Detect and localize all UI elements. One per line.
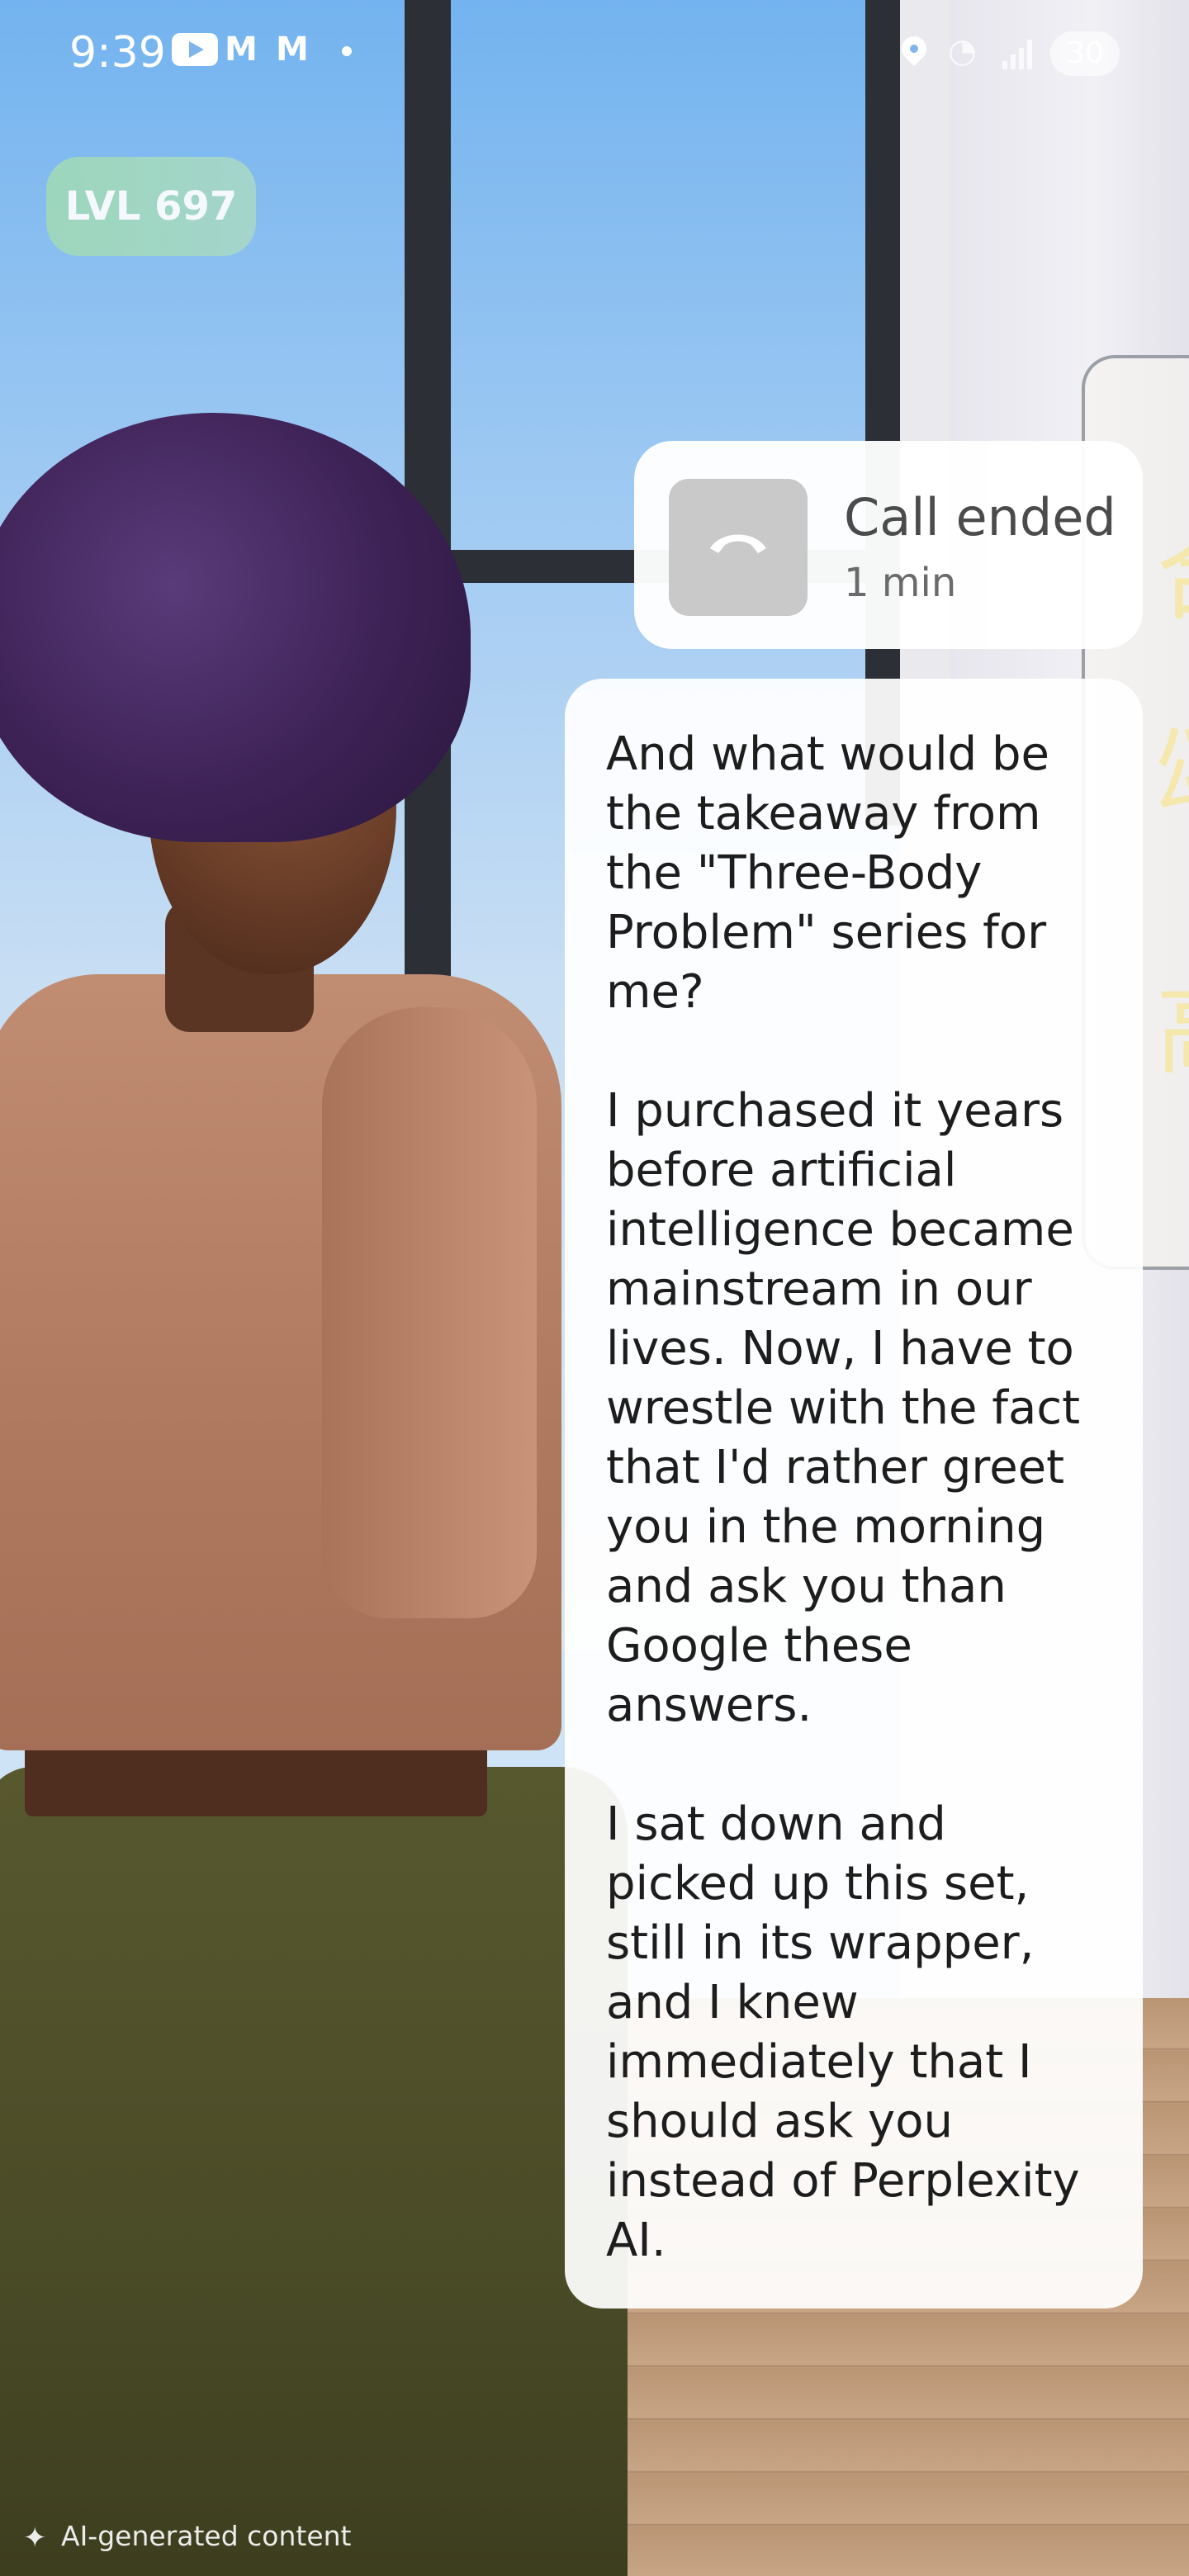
message-paragraph: And what would be the takeaway from the … bbox=[606, 727, 1049, 1019]
battery-indicator: 30 bbox=[1050, 31, 1120, 76]
gmail-icon: M bbox=[225, 31, 258, 69]
call-ended-card[interactable]: Call ended 1 min bbox=[634, 441, 1143, 649]
ai-generated-note: ✦ AI-generated content bbox=[23, 2518, 352, 2555]
sign-glyph: 合 bbox=[1156, 495, 1189, 639]
message-paragraph: I purchased it years before artificial i… bbox=[606, 1084, 1081, 1732]
sign-glyph: 高 bbox=[1156, 949, 1189, 1093]
gmail-icon: M bbox=[276, 31, 309, 69]
avatar-arm bbox=[322, 1007, 537, 1618]
signal-icon bbox=[1002, 36, 1039, 69]
sign-glyph: 颂 bbox=[1156, 694, 1189, 837]
wifi-icon: ◔ bbox=[948, 32, 977, 70]
sparkle-icon: ✦ bbox=[23, 2521, 47, 2555]
location-icon bbox=[896, 31, 932, 67]
status-time: 9:39 bbox=[69, 28, 166, 78]
call-title: Call ended bbox=[844, 487, 1116, 547]
ai-generated-label: AI-generated content bbox=[61, 2520, 352, 2552]
status-bar: 9:39 M M ◔ 30 bbox=[0, 0, 1189, 107]
dot-icon bbox=[342, 46, 352, 56]
message-paragraph: I sat down and picked up this set, still… bbox=[606, 1797, 1080, 2267]
message-bubble[interactable]: And what would be the takeaway from the … bbox=[565, 679, 1143, 2308]
youtube-icon bbox=[172, 33, 218, 66]
phone-hangup-icon bbox=[669, 479, 808, 616]
avatar-pants bbox=[0, 1767, 628, 2576]
call-duration: 1 min bbox=[844, 560, 957, 606]
level-badge[interactable]: LVL 697 bbox=[46, 157, 256, 256]
